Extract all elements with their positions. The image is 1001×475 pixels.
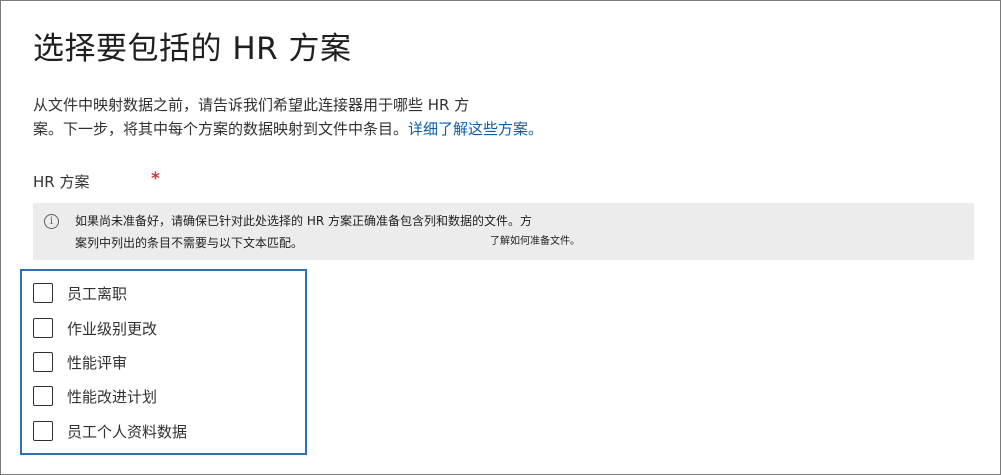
description-line-2: 案。下一步，将其中每个方案的数据映射到文件中条目。详细了解这些方案。 xyxy=(33,117,593,141)
page-title: 选择要包括的 HR 方案 xyxy=(33,31,352,67)
option-performance-review[interactable]: 性能评审 xyxy=(33,350,127,374)
option-performance-improvement-plan[interactable]: 性能改进计划 xyxy=(33,384,157,408)
dialog-frame: 选择要包括的 HR 方案 从文件中映射数据之前，请告诉我们希望此连接器用于哪些 … xyxy=(0,0,1001,475)
checkbox[interactable] xyxy=(33,421,53,441)
checkbox[interactable] xyxy=(33,283,53,303)
checkbox[interactable] xyxy=(33,352,53,372)
info-line-1: 如果尚未准备好，请确保已针对此处选择的 HR 方案正确准备包含列和数据的文件。方 xyxy=(75,214,532,228)
info-line-2: 案列中列出的条目不需要与以下文本匹配。 xyxy=(75,236,304,250)
page-description: 从文件中映射数据之前，请告诉我们希望此连接器用于哪些 HR 方 案。下一步，将其… xyxy=(33,93,593,141)
checkbox[interactable] xyxy=(33,386,53,406)
hr-scenario-options: 员工离职 作业级别更改 性能评审 性能改进计划 员工个人资料数据 xyxy=(20,269,307,455)
info-icon: i xyxy=(44,214,59,229)
option-label: 性能评审 xyxy=(67,353,128,372)
info-message-bar: i 如果尚未准备好，请确保已针对此处选择的 HR 方案正确准备包含列和数据的文件… xyxy=(33,203,974,260)
prepare-file-link[interactable]: 了解如何准备文件。 xyxy=(490,232,580,247)
option-label: 员工离职 xyxy=(67,284,128,303)
description-text: 案。下一步，将其中每个方案的数据映射到文件中条目。 xyxy=(33,120,409,138)
option-employee-profile-data[interactable]: 员工个人资料数据 xyxy=(33,419,187,443)
hr-scenarios-label: HR 方案 xyxy=(33,173,90,191)
checkbox[interactable] xyxy=(33,318,53,338)
description-line-1: 从文件中映射数据之前，请告诉我们希望此连接器用于哪些 HR 方 xyxy=(33,96,470,114)
option-employee-resignation[interactable]: 员工离职 xyxy=(33,281,127,305)
option-label: 性能改进计划 xyxy=(67,387,158,406)
option-label: 员工个人资料数据 xyxy=(67,422,188,441)
option-label: 作业级别更改 xyxy=(67,319,158,338)
info-message-text: 如果尚未准备好，请确保已针对此处选择的 HR 方案正确准备包含列和数据的文件。方… xyxy=(75,210,725,254)
learn-more-scenarios-link[interactable]: 详细了解这些方案。 xyxy=(408,120,543,138)
required-indicator: * xyxy=(151,169,160,189)
option-job-level-change[interactable]: 作业级别更改 xyxy=(33,316,157,340)
